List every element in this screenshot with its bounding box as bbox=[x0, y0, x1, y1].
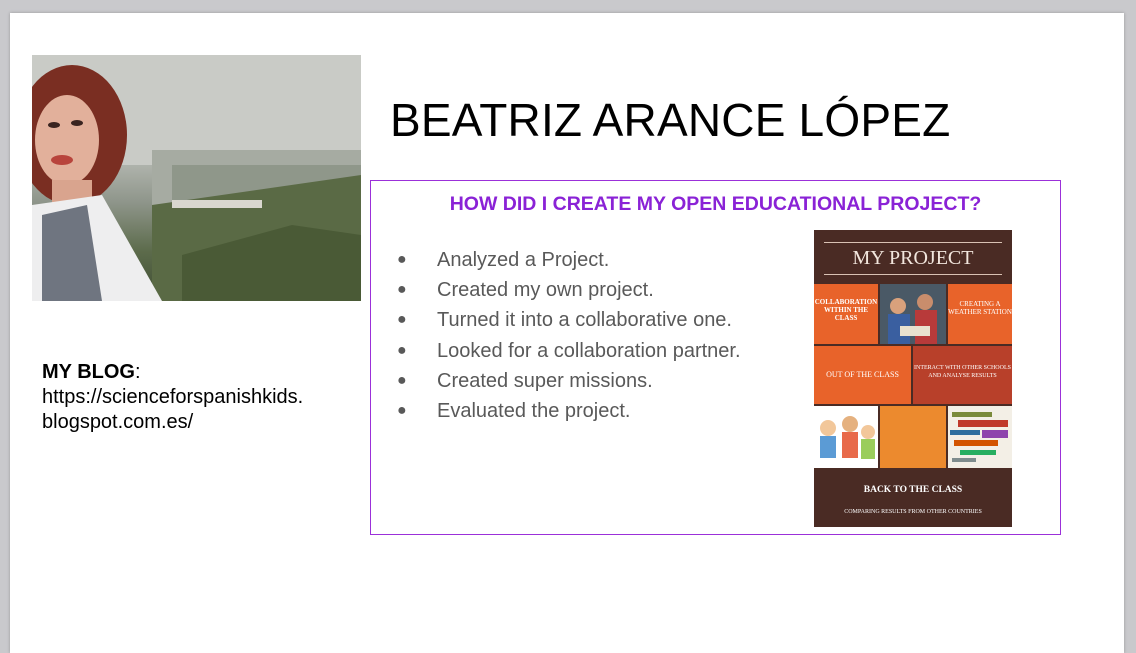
step-text: Evaluated the project. bbox=[437, 400, 631, 423]
bullet-icon: ● bbox=[397, 251, 407, 268]
list-item: ● Looked for a collaboration partner. bbox=[397, 336, 741, 366]
slide: BEATRIZ ARANCE LÓPEZ MY BLOG: https://sc… bbox=[10, 13, 1124, 653]
step-text: Created super missions. bbox=[437, 369, 653, 392]
poster-title: MY PROJECT bbox=[852, 247, 974, 269]
list-item: ● Evaluated the project. bbox=[397, 396, 741, 426]
poster-back-text: BACK TO THE CLASS bbox=[863, 485, 963, 495]
poster-divider-top bbox=[824, 242, 1002, 243]
project-steps-list: ● Analyzed a Project. ● Created my own pro… bbox=[397, 245, 741, 426]
bullet-icon: ● bbox=[397, 311, 407, 329]
step-text: Turned it into a collaborative one. bbox=[437, 309, 732, 332]
profile-photo bbox=[32, 55, 361, 301]
word-cloud-illustration bbox=[950, 412, 1008, 462]
list-item: ● Created my own project. bbox=[397, 275, 741, 305]
profile-photo-illustration bbox=[32, 55, 361, 301]
bullet-icon: ● bbox=[397, 402, 407, 420]
blog-url-line-2[interactable]: blogspot.com.es/ bbox=[42, 410, 362, 435]
classroom-photo-illustration bbox=[880, 284, 946, 344]
bullet-icon: ● bbox=[397, 371, 407, 389]
list-item: ● Turned it into a collaborative one. bbox=[397, 305, 741, 335]
step-text: Created my own project. bbox=[437, 279, 654, 302]
project-box: HOW DID I CREATE MY OPEN EDUCATIONAL PRO… bbox=[370, 180, 1061, 535]
list-item: ● Analyzed a Project. bbox=[397, 245, 741, 275]
poster-cell-weather: CREATING A WEATHER STATION bbox=[948, 284, 1012, 344]
poster-cell-collab: COLLABORATION WITHIN THE CLASS bbox=[814, 284, 878, 344]
list-item: ● Created super missions. bbox=[397, 366, 741, 396]
step-text: Analyzed a Project. bbox=[437, 249, 610, 271]
poster-cell-interact: INTERACT WITH OTHER SCHOOLS AND ANALYSE … bbox=[913, 346, 1012, 404]
poster-cell-out: OUT OF THE CLASS bbox=[814, 346, 911, 404]
project-poster: MY PROJECT COLLABORATION WITHIN THE CLAS… bbox=[814, 230, 1012, 527]
poster-collab-text: COLLABORATION WITHIN THE CLASS bbox=[814, 298, 878, 322]
page-title: BEATRIZ ARANCE LÓPEZ bbox=[390, 94, 951, 146]
poster-divider-bottom bbox=[824, 274, 1002, 275]
blog-label: MY BLOG bbox=[42, 361, 135, 383]
poster-interact-text: INTERACT WITH OTHER SCHOOLS AND ANALYSE … bbox=[914, 365, 1011, 379]
poster-word-cloud bbox=[948, 406, 1012, 468]
bullet-icon: ● bbox=[397, 281, 407, 299]
poster-cell-orange bbox=[880, 406, 946, 468]
blog-block: MY BLOG: https://scienceforspanishkids. … bbox=[42, 360, 362, 435]
project-heading: HOW DID I CREATE MY OPEN EDUCATIONAL PRO… bbox=[449, 193, 982, 215]
poster-weather-text: CREATING A WEATHER STATION bbox=[948, 300, 1012, 316]
cartoon-kids-illustration bbox=[820, 416, 875, 459]
poster-classroom-photo bbox=[880, 284, 946, 344]
poster-comparing-text: COMPARING RESULTS FROM OTHER COUNTRIES bbox=[844, 509, 982, 515]
step-text: Looked for a collaboration partner. bbox=[437, 339, 741, 362]
poster-cartoon-image bbox=[814, 406, 878, 468]
blog-label-colon: : bbox=[134, 361, 141, 383]
poster-out-text: OUT OF THE CLASS bbox=[826, 370, 899, 379]
blog-url-line-1[interactable]: https://scienceforspanishkids. bbox=[42, 385, 362, 410]
bullet-icon: ● bbox=[397, 341, 407, 359]
